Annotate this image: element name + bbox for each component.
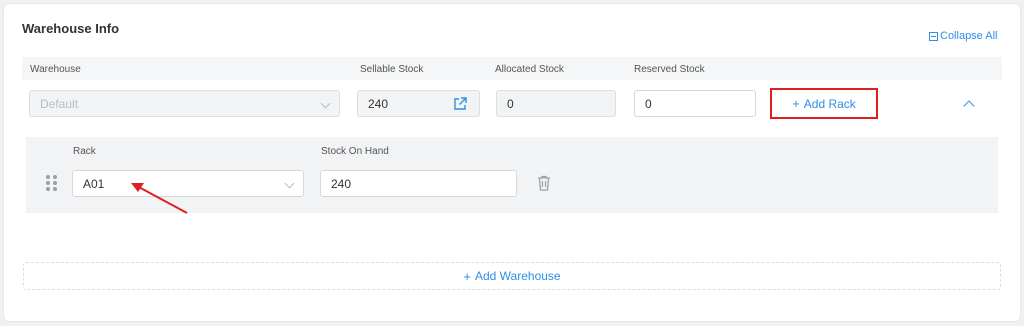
- external-link-icon[interactable]: [453, 97, 467, 111]
- plus-icon: +: [792, 96, 800, 111]
- stock-on-hand-value: 240: [331, 176, 352, 191]
- chevron-down-icon: [320, 98, 331, 109]
- rack-select-value: A01: [83, 176, 105, 191]
- annotation-arrow: [131, 183, 188, 214]
- reserved-stock-input[interactable]: 0: [634, 90, 756, 117]
- plus-icon: +: [463, 268, 471, 284]
- sellable-stock-value: 240: [368, 96, 389, 111]
- rack-column-header: Rack: [73, 146, 96, 157]
- warehouse-select-value: Default: [40, 96, 79, 111]
- section-title: Warehouse Info: [22, 21, 120, 36]
- sellable-stock-field: 240: [357, 90, 480, 117]
- add-warehouse-label: Add Warehouse: [474, 269, 561, 283]
- trash-icon[interactable]: [537, 175, 551, 191]
- collapse-all-label: Collapse All: [940, 30, 998, 42]
- reserved-stock-value: 0: [645, 96, 652, 111]
- add-warehouse-button[interactable]: + Add Warehouse: [23, 262, 1001, 290]
- stock-on-hand-column-header: Stock On Hand: [321, 146, 389, 157]
- allocated-stock-field: 0: [496, 90, 616, 117]
- add-rack-button[interactable]: + Add Rack: [770, 88, 878, 119]
- collapse-icon: [929, 31, 938, 41]
- add-rack-label: Add Rack: [803, 96, 856, 111]
- warehouse-column-header: Warehouse: [30, 64, 81, 75]
- sellable-stock-column-header: Sellable Stock: [360, 64, 424, 75]
- reserved-stock-column-header: Reserved Stock: [634, 64, 705, 75]
- warehouse-select: Default: [29, 90, 340, 117]
- allocated-stock-value: 0: [507, 96, 514, 111]
- allocated-stock-column-header: Allocated Stock: [495, 64, 564, 75]
- collapse-all-button[interactable]: Collapse All: [929, 30, 997, 42]
- stock-on-hand-input[interactable]: 240: [320, 170, 517, 197]
- drag-handle-icon[interactable]: [46, 175, 57, 191]
- chevron-down-icon: [284, 178, 295, 189]
